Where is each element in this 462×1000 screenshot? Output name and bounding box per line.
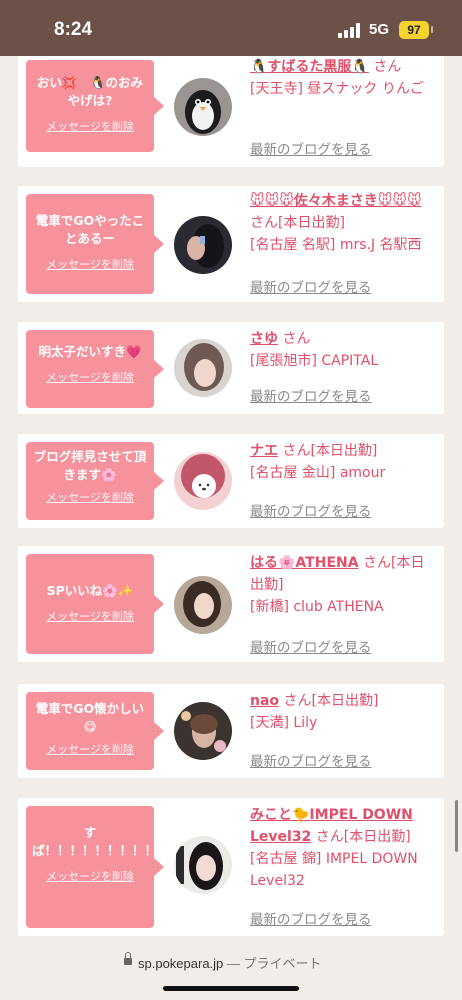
message-bubble: 電車でGO懐かしい😋 メッセージを削除: [26, 692, 164, 770]
battery-cap: [431, 26, 433, 33]
scrollbar[interactable]: [455, 800, 458, 852]
lock-icon: [124, 952, 132, 967]
message-card: ブログ拝見させて頂きます🌸 メッセージを削除 ナエ さん[本日出勤] [名古屋 …: [18, 434, 444, 528]
url-separator: —: [223, 956, 244, 971]
sender-info: さゆ さん [尾張旭市] CAPITAL: [250, 328, 436, 372]
delete-message-link[interactable]: メッセージを削除: [26, 741, 154, 757]
signal-icon: [338, 22, 362, 38]
girl-photo-avatar[interactable]: [174, 576, 232, 634]
honorific: さん[本日出勤]: [282, 443, 378, 459]
latest-blog-link[interactable]: 最新のブログを見る: [250, 385, 372, 405]
sender-info: 🐭🐭🐭佐々木まさき🐭🐭🐭 さん[本日出勤] [名古屋 名駅] mrs.J 名駅西: [250, 190, 436, 256]
message-text: すぱ！！！！！！！！！！！！: [32, 825, 195, 858]
latest-blog-link[interactable]: 最新のブログを見る: [250, 750, 372, 770]
honorific: さん[本日出勤]: [250, 215, 345, 231]
sender-name-link[interactable]: 🐧すばるた黒服🐧: [250, 59, 369, 75]
sender-name-link[interactable]: はる🌸ATHENA: [250, 555, 359, 571]
private-mode-label: プライベート: [243, 956, 322, 971]
shop-name: [新橋] club ATHENA: [250, 599, 384, 615]
message-text: 電車でGO懐かしい😋: [35, 701, 145, 734]
latest-blog-link[interactable]: 最新のブログを見る: [250, 636, 372, 656]
delete-message-link[interactable]: メッセージを削除: [26, 608, 154, 624]
message-card: 電車でGOやったことあるー メッセージを削除 🐭🐭🐭佐々木まさき🐭🐭🐭 さん[本…: [18, 186, 444, 302]
message-text: SPいいね🌸✨: [46, 583, 134, 598]
penguin-avatar[interactable]: [174, 78, 232, 136]
message-bubble: ブログ拝見させて頂きます🌸 メッセージを削除: [26, 442, 164, 520]
delete-message-link[interactable]: メッセージを削除: [26, 489, 154, 505]
network-type: 5G: [369, 21, 390, 38]
girl-photo-avatar[interactable]: [174, 339, 232, 397]
shop-name: [名古屋 名駅] mrs.J 名駅西: [250, 237, 422, 253]
delete-message-link[interactable]: メッセージを削除: [26, 369, 154, 385]
url-domain: sp.pokepara.jp: [138, 956, 224, 971]
shop-name: [名古屋 金山] amour: [250, 465, 386, 481]
message-card: 電車でGO懐かしい😋 メッセージを削除 nao さん[本日出勤] [天満] Li…: [18, 684, 444, 778]
latest-blog-link[interactable]: 最新のブログを見る: [250, 908, 372, 928]
battery-icon: 97: [399, 21, 429, 39]
shop-name: [天王寺] 昼スナック りんご: [250, 81, 424, 97]
message-card: すぱ！！！！！！！！！！！！ メッセージを削除 みこと🐤IMPEL DOWN L…: [18, 798, 444, 936]
honorific: さん: [373, 59, 402, 75]
delete-message-link[interactable]: メッセージを削除: [26, 868, 154, 884]
message-card: 明太子だいすき💗 メッセージを削除 さゆ さん [尾張旭市] CAPITAL 最…: [18, 322, 444, 414]
sender-name-link[interactable]: さゆ: [250, 331, 278, 347]
message-bubble: おい💢 🐧のおみやげは? メッセージを削除: [26, 60, 164, 152]
message-bubble: 電車でGOやったことあるー メッセージを削除: [26, 194, 164, 294]
honorific: さん[本日出勤]: [315, 829, 411, 845]
sender-name-link[interactable]: ナエ: [250, 443, 278, 459]
honorific: さん[本日出勤]: [283, 693, 379, 709]
shop-name: [天満] Lily: [250, 715, 318, 731]
sender-info: ナエ さん[本日出勤] [名古屋 金山] amour: [250, 440, 436, 484]
honorific: さん: [282, 331, 311, 347]
shop-name: [尾張旭市] CAPITAL: [250, 353, 379, 369]
message-text: 明太子だいすき💗: [38, 344, 142, 359]
girl-photo-avatar[interactable]: [174, 452, 232, 510]
delete-message-link[interactable]: メッセージを削除: [26, 256, 154, 272]
message-text: ブログ拝見させて頂きます🌸: [33, 449, 147, 482]
message-bubble: すぱ！！！！！！！！！！！！ メッセージを削除: [26, 806, 195, 928]
latest-blog-link[interactable]: 最新のブログを見る: [250, 500, 372, 520]
status-bar: 8:24 5G 97: [0, 0, 462, 56]
latest-blog-link[interactable]: 最新のブログを見る: [250, 138, 372, 158]
girl-photo-avatar[interactable]: [174, 216, 232, 274]
home-indicator[interactable]: [163, 986, 299, 991]
girl-photo-avatar[interactable]: [174, 702, 232, 760]
message-card: SPいいね🌸✨ メッセージを削除 はる🌸ATHENA さん[本日出勤] [新橋]…: [18, 546, 444, 662]
message-list[interactable]: おい💢 🐧のおみやげは? メッセージを削除 🐧すばるた黒服🐧 さん [天王寺] …: [0, 56, 462, 940]
sender-name-link[interactable]: 🐭🐭🐭佐々木まさき🐭🐭🐭: [250, 193, 422, 209]
message-bubble: 明太子だいすき💗 メッセージを削除: [26, 330, 164, 408]
latest-blog-link[interactable]: 最新のブログを見る: [250, 276, 372, 296]
sender-info: nao さん[本日出勤] [天満] Lily: [250, 690, 436, 734]
sender-info: 🐧すばるた黒服🐧 さん [天王寺] 昼スナック りんご: [250, 56, 436, 100]
message-text: 電車でGOやったことあるー: [35, 213, 145, 246]
url-text[interactable]: sp.pokepara.jp — プライベート: [138, 953, 322, 972]
sender-info: みこと🐤IMPEL DOWN Level32 さん[本日出勤] [名古屋 錦] …: [250, 804, 436, 892]
shop-name: [名古屋 錦] IMPEL DOWN Level32: [250, 851, 418, 889]
clock: 8:24: [54, 19, 93, 40]
delete-message-link[interactable]: メッセージを削除: [26, 118, 154, 134]
sender-info: はる🌸ATHENA さん[本日出勤] [新橋] club ATHENA: [250, 552, 436, 618]
sender-name-link[interactable]: nao: [250, 693, 279, 709]
girl-photo-avatar[interactable]: [174, 836, 232, 894]
message-bubble: SPいいね🌸✨ メッセージを削除: [26, 554, 164, 654]
message-card: おい💢 🐧のおみやげは? メッセージを削除 🐧すばるた黒服🐧 さん [天王寺] …: [18, 56, 444, 167]
message-text: おい💢 🐧のおみやげは?: [36, 75, 144, 108]
